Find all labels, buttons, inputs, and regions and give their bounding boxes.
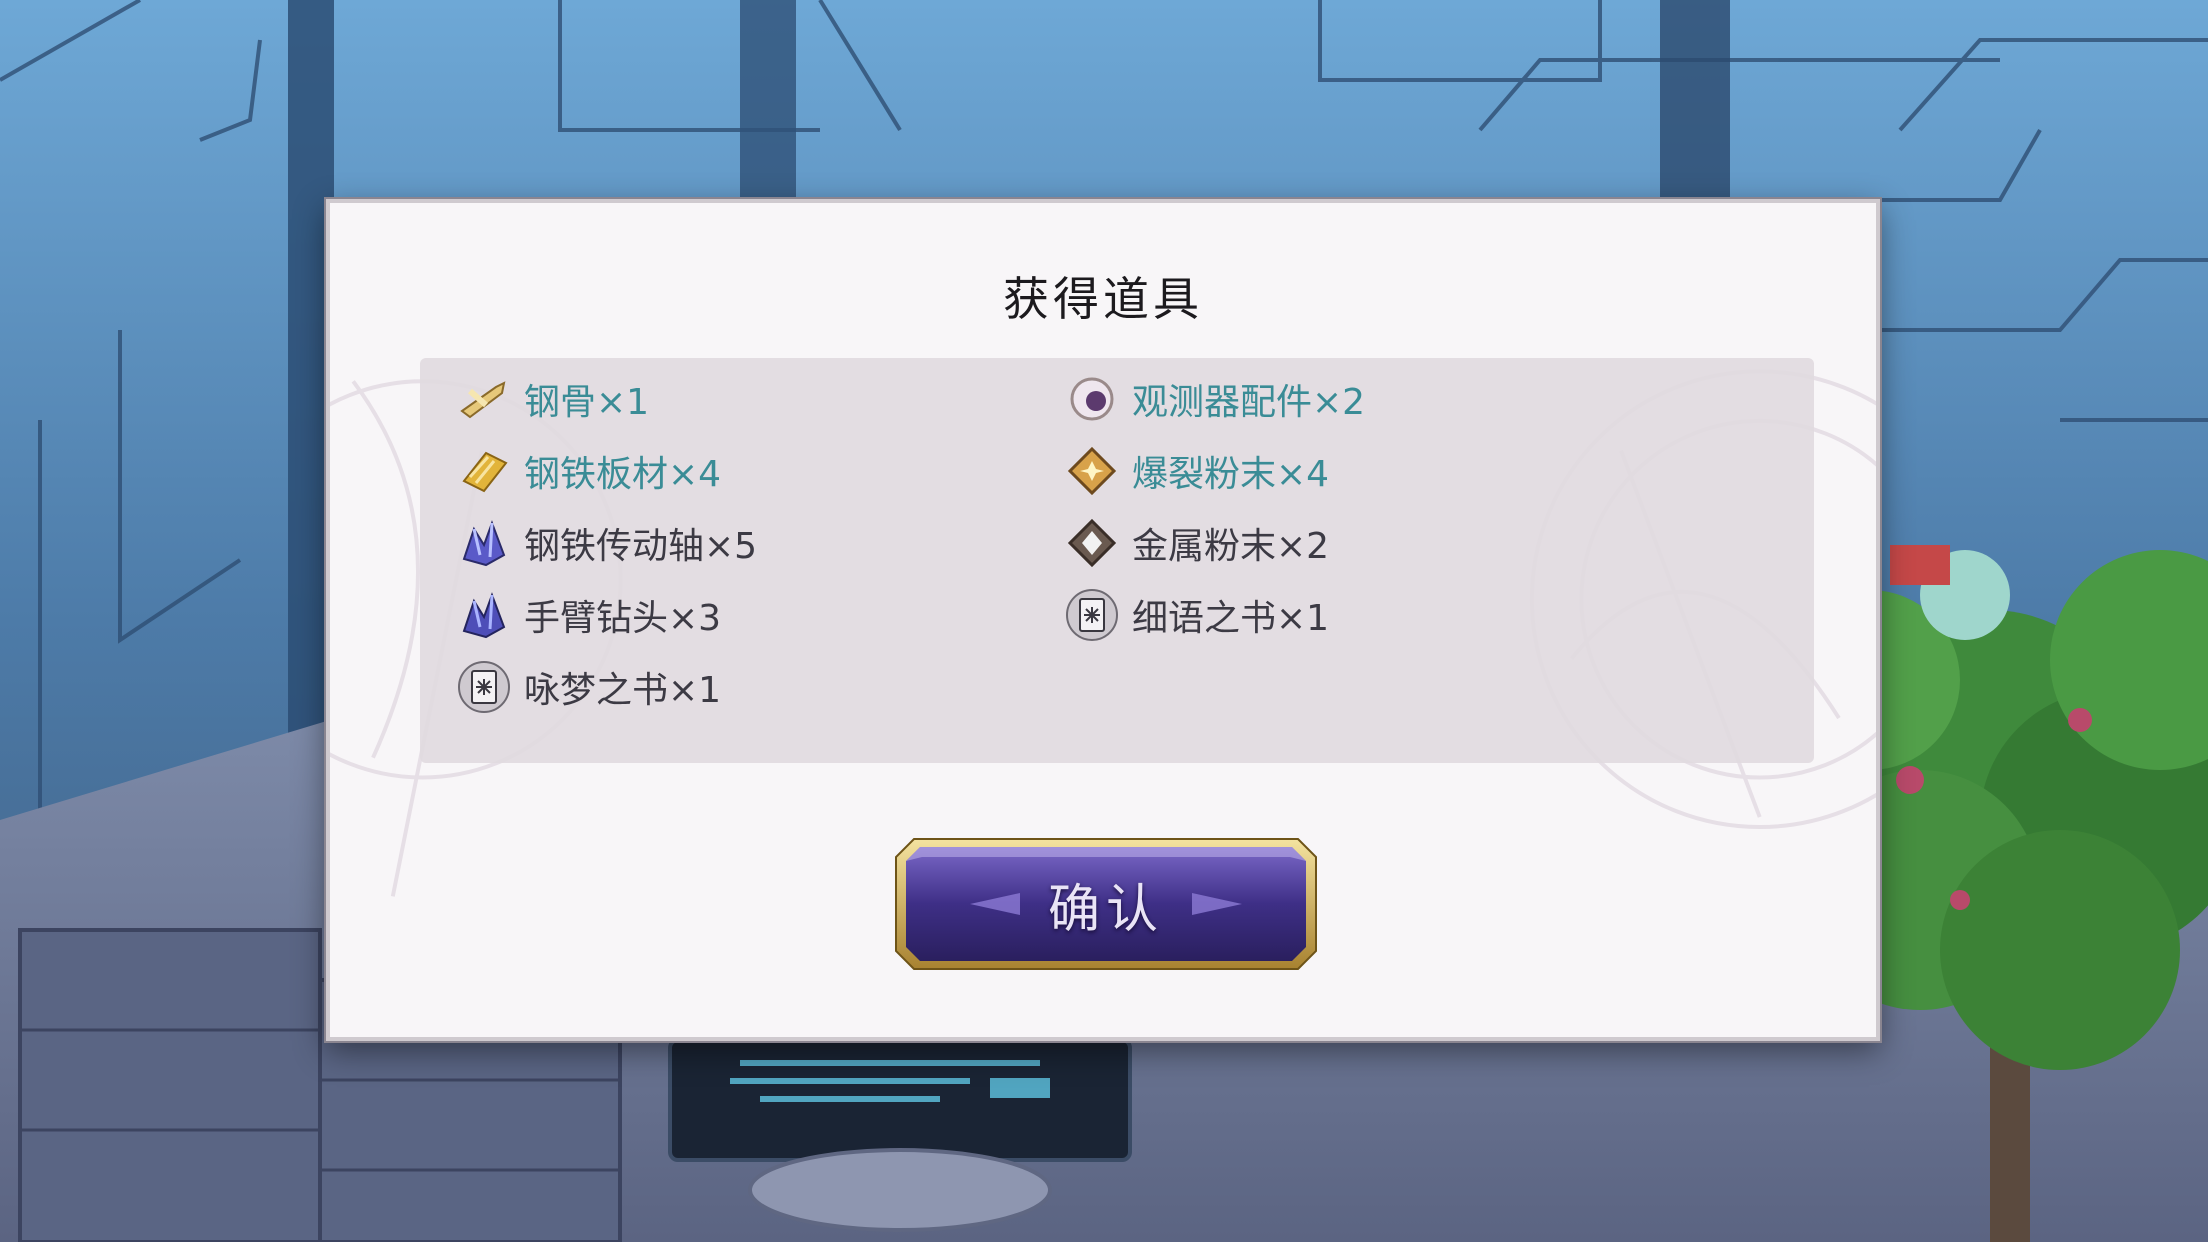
list-item: 钢铁传动轴×5: [456, 513, 757, 573]
item-label: 钢铁板材×4: [524, 454, 722, 495]
steel-plate-icon: [462, 451, 508, 493]
orb-part-icon: [1070, 377, 1114, 421]
list-item: 咏梦之书×1: [456, 657, 721, 717]
item-label: 爆裂粉末×4: [1132, 454, 1330, 495]
confirm-button-label: 确认: [1047, 879, 1164, 940]
burst-powder-icon: [1067, 446, 1117, 496]
item-label: 手臂钻头×3: [524, 598, 722, 639]
item-label: 观测器配件×2: [1132, 382, 1366, 423]
list-item: 钢骨×1: [456, 369, 649, 429]
list-item: 钢铁板材×4: [456, 441, 721, 501]
item-label: 钢铁传动轴×5: [524, 526, 758, 567]
list-item: 手臂钻头×3: [456, 585, 721, 645]
steel-bone-icon: [460, 381, 506, 419]
list-item: 爆裂粉末×4: [1064, 441, 1329, 501]
dialog-title: 获得道具: [1003, 272, 1203, 326]
list-item: 细语之书×1: [1064, 585, 1329, 645]
list-item: 观测器配件×2: [1064, 369, 1365, 429]
item-list-panel[interactable]: 钢骨×1 观测器配件×2 钢铁板材×4 爆裂粉末×4 钢铁传动轴×5 金属粉末×…: [420, 358, 1814, 763]
confirm-button[interactable]: 确认: [890, 833, 1322, 975]
item-label: 金属粉末×2: [1132, 526, 1330, 567]
metal-powder-icon: [1067, 518, 1117, 568]
crystal-drill-icon: [462, 592, 506, 639]
item-reward-dialog: 获得道具 钢骨×1 观测器配件×2 钢铁板材×4 爆裂粉末×4 钢铁传动轴×5 …: [326, 199, 1880, 1041]
book-icon: [458, 661, 510, 713]
list-item: 金属粉末×2: [1064, 513, 1329, 573]
item-label: 细语之书×1: [1132, 598, 1330, 639]
crystal-shaft-icon: [462, 520, 506, 567]
item-label: 咏梦之书×1: [524, 670, 722, 711]
book-icon: [1066, 589, 1118, 641]
item-label: 钢骨×1: [524, 382, 650, 423]
